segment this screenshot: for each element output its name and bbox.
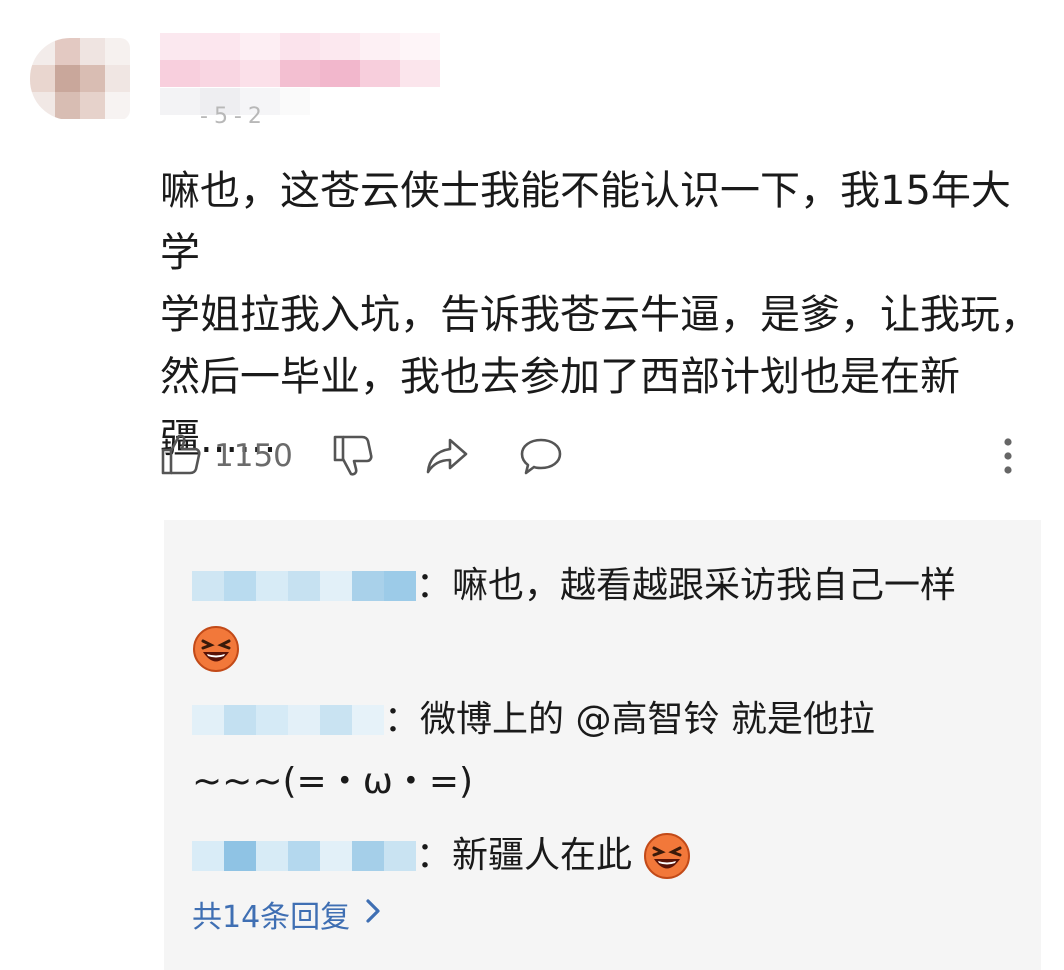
comment-date: -5-2 bbox=[200, 104, 268, 129]
dislike-button[interactable] bbox=[332, 434, 374, 482]
reply-item[interactable]: ：微博上的 @高智铃 就是他拉 ~~~(=・ω・=) bbox=[192, 688, 1022, 813]
like-button[interactable]: 1150 bbox=[160, 432, 293, 480]
replies-panel: ：嘛也，越看越跟采访我自己一样 ：微博上的 @高智铃 就是他拉 ~~~(=・ω・… bbox=[164, 520, 1041, 970]
avatar[interactable] bbox=[30, 38, 130, 120]
reply-item[interactable]: ：嘛也，越看越跟采访我自己一样 bbox=[192, 554, 1022, 679]
reply-text: ：微博上的 @高智铃 就是他拉 bbox=[384, 699, 875, 740]
share-button[interactable] bbox=[424, 436, 470, 480]
reply-text: ：新疆人在此 bbox=[416, 835, 633, 876]
action-bar: 1150 bbox=[160, 432, 1040, 488]
reply-username-blurred[interactable] bbox=[192, 705, 384, 735]
laughing-face-emoji bbox=[192, 625, 240, 673]
thumbs-up-icon bbox=[160, 432, 202, 480]
reply-text: ：嘛也，越看越跟采访我自己一样 bbox=[416, 565, 957, 606]
comment-text: 嘛也，这苍云侠士我能不能认识一下，我15年大学 学姐拉我入坑，告诉我苍云牛逼，是… bbox=[160, 168, 1040, 462]
username-blurred[interactable] bbox=[160, 33, 476, 87]
share-arrow-icon bbox=[424, 438, 470, 480]
reply-button[interactable] bbox=[518, 436, 564, 482]
comment-card: -5-2 嘛也，这苍云侠士我能不能认识一下，我15年大学 学姐拉我入坑，告诉我苍… bbox=[0, 0, 1064, 970]
reply-item[interactable]: ：新疆人在此 bbox=[192, 824, 1022, 887]
view-more-replies-link[interactable]: 共14条回复 bbox=[192, 892, 382, 936]
more-replies-label: 共14条回复 bbox=[192, 900, 351, 935]
chevron-right-icon bbox=[364, 897, 382, 932]
reply-username-blurred[interactable] bbox=[192, 841, 416, 871]
speech-bubble-icon bbox=[518, 438, 564, 482]
thumbs-down-icon bbox=[332, 435, 374, 482]
reply-username-blurred[interactable] bbox=[192, 571, 416, 601]
laughing-face-emoji bbox=[643, 832, 691, 880]
more-options-button[interactable] bbox=[998, 436, 1018, 484]
vertical-dots-icon bbox=[998, 438, 1018, 484]
reply-text-continued: ~~~(=・ω・=) bbox=[192, 761, 474, 802]
like-count: 1150 bbox=[214, 438, 293, 474]
